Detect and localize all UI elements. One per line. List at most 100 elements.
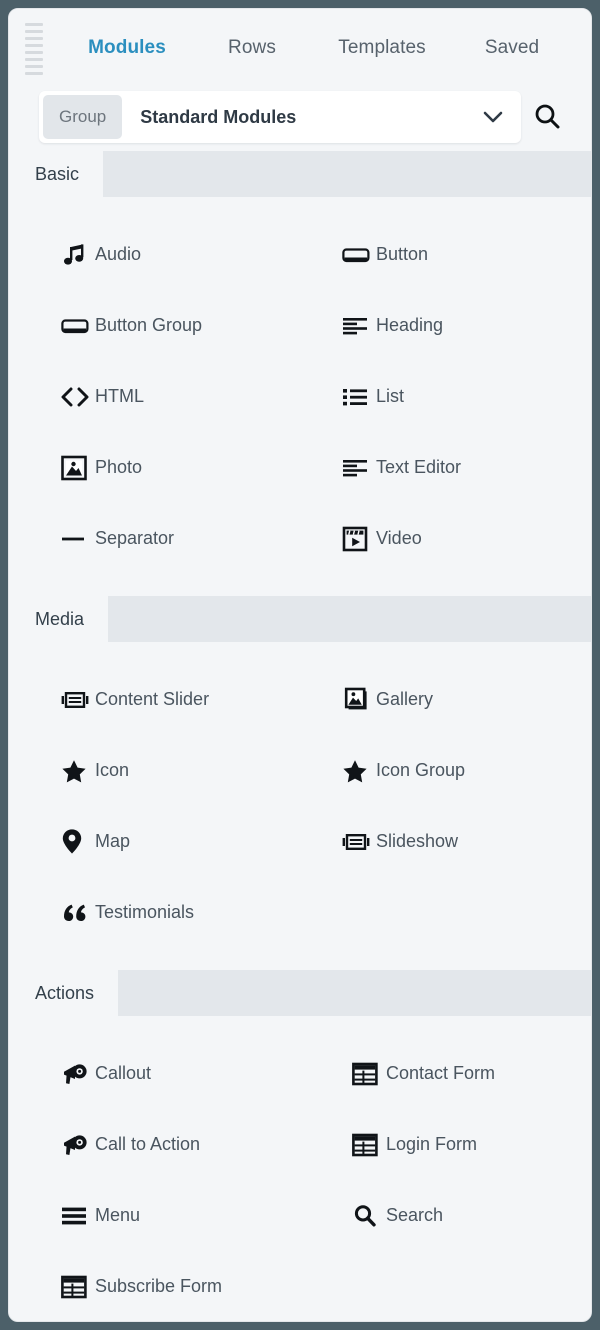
module-grid-basic: Audio Button Button Group Heading HTML L… [9, 197, 591, 592]
module-label: Button [376, 244, 429, 264]
module-html[interactable]: HTML [9, 361, 300, 432]
hamburger-icon [61, 1201, 95, 1231]
section-title-basic: Basic [9, 151, 104, 197]
group-label: Group [43, 95, 123, 139]
text-lines-icon [342, 311, 376, 341]
module-label: Menu [95, 1205, 141, 1225]
module-call-to-action[interactable]: Call to Action [9, 1109, 300, 1180]
list-bullets-icon [342, 382, 376, 412]
module-icon[interactable]: Icon [9, 735, 300, 806]
panel-tabbar: Modules Rows Templates Saved [9, 9, 591, 87]
module-label: Text Editor [376, 457, 462, 477]
tab-modules[interactable]: Modules [57, 31, 197, 65]
map-pin-icon [61, 827, 95, 857]
module-label: Call to Action [95, 1134, 201, 1154]
megaphone-icon [61, 1130, 95, 1160]
tab-saved[interactable]: Saved [457, 31, 567, 65]
slider-icon [342, 827, 376, 857]
quote-icon [61, 898, 95, 928]
module-gallery[interactable]: Gallery [300, 664, 591, 735]
module-label: Slideshow [376, 831, 459, 851]
module-testimonials[interactable]: Testimonials [9, 877, 300, 948]
section-header-actions[interactable]: Actions [9, 970, 591, 1016]
module-text-editor[interactable]: Text Editor [300, 432, 591, 503]
search-icon [532, 102, 562, 132]
minus-icon [61, 524, 95, 554]
tab-list: Modules Rows Templates Saved [57, 31, 591, 65]
module-label: Separator [95, 528, 175, 548]
module-label: Photo [95, 457, 143, 477]
tab-templates[interactable]: Templates [307, 31, 457, 65]
module-login-form[interactable]: Login Form [300, 1109, 591, 1180]
star-icon [342, 756, 376, 786]
module-video[interactable]: Video [300, 503, 591, 574]
module-map[interactable]: Map [9, 806, 300, 877]
code-brackets-icon [61, 382, 95, 412]
module-label: Login Form [386, 1134, 478, 1154]
table-form-icon [352, 1130, 386, 1160]
search-icon [352, 1201, 386, 1231]
module-label: Testimonials [95, 902, 195, 922]
module-menu[interactable]: Menu [9, 1180, 300, 1251]
module-subscribe-form[interactable]: Subscribe Form [9, 1251, 300, 1321]
text-lines-icon [342, 453, 376, 483]
module-button[interactable]: Button [300, 219, 591, 290]
module-search[interactable]: Search [300, 1180, 591, 1251]
section-title-actions: Actions [9, 970, 119, 1016]
group-select[interactable]: Group Standard Modules [39, 91, 521, 143]
module-button-group[interactable]: Button Group [9, 290, 300, 361]
module-slideshow[interactable]: Slideshow [300, 806, 591, 877]
module-label: Audio [95, 244, 142, 264]
modules-scroll-area[interactable]: Basic Audio Button Button Group Heading … [9, 147, 591, 1321]
filter-bar: Group Standard Modules [9, 87, 591, 147]
modules-panel: Modules Rows Templates Saved Group Stand… [8, 8, 592, 1322]
chevron-down-icon [465, 111, 521, 124]
module-heading[interactable]: Heading [300, 290, 591, 361]
megaphone-icon [61, 1059, 95, 1089]
module-label: Callout [95, 1063, 152, 1083]
module-label: Button Group [95, 315, 203, 335]
module-label: Map [95, 831, 131, 851]
search-button[interactable] [521, 91, 573, 143]
module-label: HTML [95, 386, 144, 406]
section-header-basic[interactable]: Basic [9, 151, 591, 197]
module-label: Heading [376, 315, 444, 335]
module-callout[interactable]: Callout [9, 1038, 300, 1109]
module-photo[interactable]: Photo [9, 432, 300, 503]
table-form-icon [61, 1272, 95, 1302]
module-separator[interactable]: Separator [9, 503, 300, 574]
module-label: List [376, 386, 405, 406]
tab-rows[interactable]: Rows [197, 31, 307, 65]
module-label: Icon [95, 760, 130, 780]
module-label: Content Slider [95, 689, 210, 709]
module-grid-actions: Callout Contact Form Call to Action Logi… [9, 1016, 591, 1321]
table-form-icon [352, 1059, 386, 1089]
drag-handle-icon[interactable] [25, 23, 43, 75]
section-title-media: Media [9, 596, 109, 642]
button-icon [61, 311, 95, 341]
module-label: Video [376, 528, 422, 548]
gallery-icon [342, 685, 376, 715]
group-select-value: Standard Modules [140, 106, 297, 127]
section-header-filler [118, 970, 591, 1016]
section-header-filler [103, 151, 591, 197]
module-contact-form[interactable]: Contact Form [300, 1038, 591, 1109]
module-label: Subscribe Form [95, 1276, 223, 1296]
module-icon-group[interactable]: Icon Group [300, 735, 591, 806]
button-icon [342, 240, 376, 270]
photo-icon [61, 453, 95, 483]
module-label: Gallery [376, 689, 434, 709]
music-note-icon [61, 240, 95, 270]
section-header-media[interactable]: Media [9, 596, 591, 642]
slider-icon [61, 685, 95, 715]
module-label: Search [386, 1205, 444, 1225]
video-icon [342, 524, 376, 554]
star-icon [61, 756, 95, 786]
module-label: Contact Form [386, 1063, 496, 1083]
module-grid-media: Content Slider Gallery Icon Icon Group M… [9, 642, 591, 966]
module-list[interactable]: List [300, 361, 591, 432]
section-header-filler [108, 596, 591, 642]
module-label: Icon Group [376, 760, 466, 780]
module-audio[interactable]: Audio [9, 219, 300, 290]
module-content-slider[interactable]: Content Slider [9, 664, 300, 735]
